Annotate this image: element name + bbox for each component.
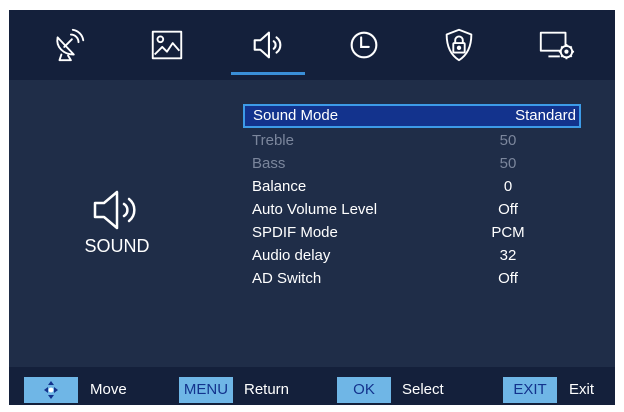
menu-item-value: PCM [491,224,525,241]
menu-item-ad-switch[interactable]: AD Switch Off [244,267,580,290]
select-hint-label: Select [402,381,444,398]
menu-item-bass: Bass 50 [244,152,580,175]
menu-item-value: Off [498,201,518,218]
menu-item-balance[interactable]: Balance 0 [244,175,580,198]
clock-icon [350,31,378,59]
tv-menu-screen: SOUND Sound Mode Standard Treble 50 Bass… [9,10,615,405]
move-hint-label: Move [90,381,127,398]
menu-item-label: Bass [252,155,286,172]
tab-time[interactable] [339,22,389,68]
menu-item-treble: Treble 50 [244,129,580,152]
menu-item-label: Treble [252,132,294,149]
menu-item-label: AD Switch [252,270,322,287]
menu-item-value: Off [498,270,518,287]
exit-key[interactable]: EXIT [503,377,557,403]
menu-item-audio-delay[interactable]: Audio delay 32 [244,244,580,267]
tab-picture[interactable] [142,22,192,68]
menu-item-auto-volume-level[interactable]: Auto Volume Level Off [244,198,580,221]
menu-item-value: 32 [499,247,517,264]
menu-item-value: Standard [515,107,576,124]
menu-item-value: 50 [499,155,517,172]
exit-hint-label: Exit [569,381,595,398]
tab-channel[interactable] [44,22,94,68]
key-hint-bar: Move MENU Return OK Select EXIT Exit [9,367,615,405]
speaker-icon [93,190,136,230]
tab-lock[interactable] [434,22,484,68]
menu-key[interactable]: MENU [179,377,233,403]
picture-icon [151,30,183,60]
arrows-icon [44,381,58,399]
speaker-icon [253,31,282,59]
move-key[interactable] [24,377,78,403]
menu-item-label: Auto Volume Level [252,201,378,218]
tab-setup[interactable] [531,22,581,68]
section-icon [87,186,149,234]
return-hint-label: Return [244,381,290,398]
monitor-settings-icon [539,31,575,60]
menu-item-label: Audio delay [252,247,331,264]
lock-shield-icon [445,28,473,62]
menu-item-value: 50 [499,132,517,149]
sound-menu-list: Sound Mode Standard Treble 50 Bass 50 Ba… [243,104,581,290]
ok-key[interactable]: OK [337,377,391,403]
category-tab-bar [9,10,615,80]
section-title: SOUND [84,236,150,256]
satellite-dish-icon [56,28,85,62]
menu-item-value: 0 [503,178,513,195]
menu-item-label: Balance [252,178,307,195]
tab-sound[interactable] [243,22,293,68]
menu-item-sound-mode[interactable]: Sound Mode Standard [243,104,581,128]
menu-item-spdif-mode[interactable]: SPDIF Mode PCM [244,221,580,244]
menu-item-label: SPDIF Mode [252,224,338,241]
selected-tab-indicator [231,72,305,75]
menu-item-label: Sound Mode [253,107,339,124]
